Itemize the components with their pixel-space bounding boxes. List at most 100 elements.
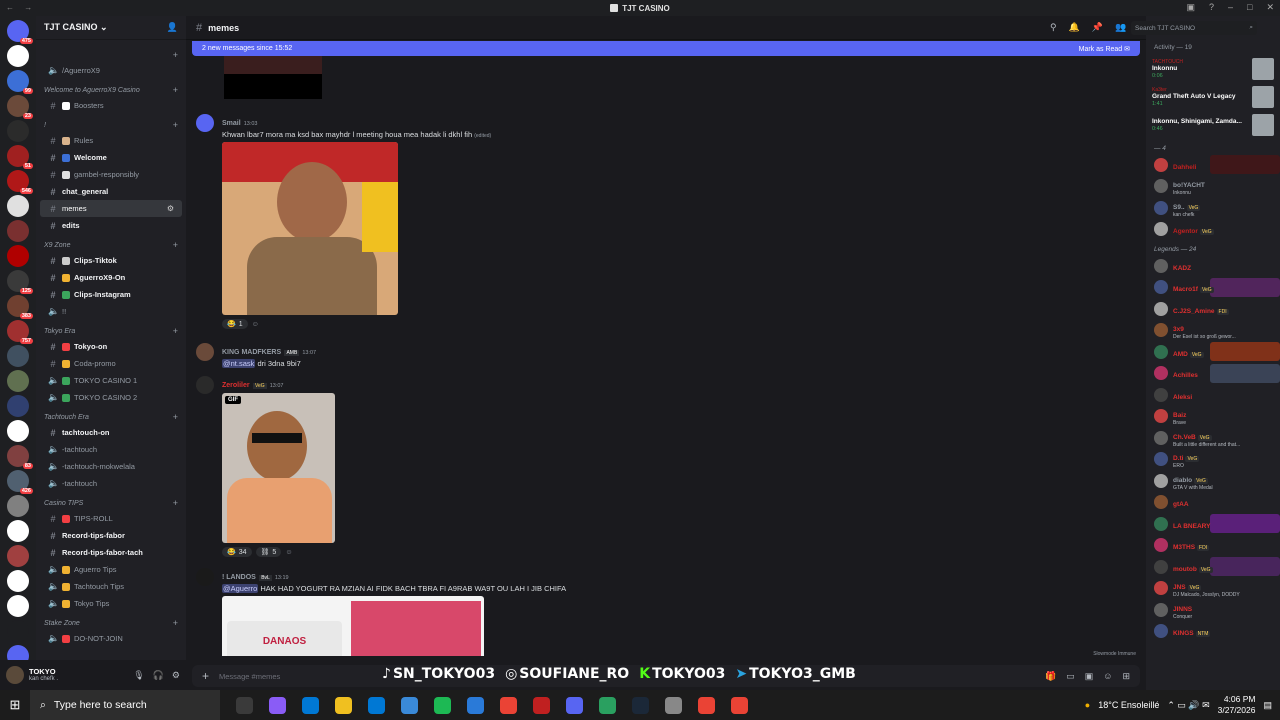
text-channel[interactable]: # gambel-responsibly — [40, 166, 182, 183]
channel-category[interactable]: X9 Zone + — [36, 234, 186, 252]
member-item[interactable]: Baiz Brave — [1146, 406, 1280, 428]
member-item[interactable]: gtAA — [1146, 492, 1280, 514]
member-item[interactable]: KADZ — [1146, 255, 1280, 277]
add-channel-icon[interactable]: + — [173, 50, 178, 60]
taskbar-app-icon[interactable] — [665, 696, 682, 714]
inbox-icon[interactable]: ▣ — [1186, 2, 1195, 13]
add-reaction-icon[interactable]: ☺ — [285, 549, 292, 556]
add-channel-icon[interactable]: + — [173, 240, 178, 250]
voice-channel[interactable]: 🔈 -tachtouch — [40, 441, 182, 458]
member-item[interactable]: Macro1f VeG — [1146, 277, 1280, 299]
text-channel[interactable]: # AguerroX9-On — [40, 269, 182, 286]
taskbar-app-icon[interactable] — [236, 696, 253, 714]
member-item[interactable]: M3THS FDI — [1146, 535, 1280, 557]
add-channel-icon[interactable]: + — [173, 326, 178, 336]
server-icon[interactable] — [7, 195, 29, 217]
voice-channel[interactable]: 🔈 TOKYO CASINO 2 — [40, 389, 182, 406]
taskbar-app-icon[interactable] — [731, 696, 748, 714]
voice-channel[interactable]: 🔈 Tachtouch Tips — [40, 578, 182, 595]
member-item[interactable]: LA BNEARY — [1146, 513, 1280, 535]
text-channel[interactable]: # Record-tips-fabor-tach — [40, 544, 182, 561]
message-author[interactable]: Zeroliler — [222, 382, 250, 389]
image-attachment[interactable]: DANAOS — [222, 596, 484, 656]
server-icon[interactable] — [7, 495, 29, 517]
text-channel[interactable]: # Welcome — [40, 149, 182, 166]
reaction[interactable]: 😂 34 — [222, 547, 252, 557]
clock[interactable]: 4:06 PM 3/27/2026 — [1218, 694, 1256, 716]
voice-channel[interactable]: 🔈 DO-NOT-JOIN — [40, 630, 182, 647]
settings-gear-icon[interactable]: ⚙ — [172, 670, 180, 681]
previous-image-tail[interactable] — [224, 56, 322, 99]
windows-start-icon[interactable]: ⊞ — [0, 697, 30, 713]
taskbar-app-icon[interactable] — [467, 696, 484, 714]
voice-channel[interactable]: 🔈/AguerroX9 — [40, 62, 182, 79]
avatar[interactable] — [196, 376, 214, 394]
voice-channel[interactable]: 🔈 -tachtouch-mokwelala — [40, 458, 182, 475]
taskbar-app-icon[interactable] — [368, 696, 385, 714]
taskbar-app-icon[interactable] — [599, 696, 616, 714]
taskbar-app-icon[interactable] — [566, 696, 583, 714]
member-item[interactable]: 3x9 Der Esel ist so groß gewor... — [1146, 320, 1280, 342]
server-icon[interactable]: 426 — [7, 470, 33, 494]
text-channel[interactable]: # TIPS-ROLL — [40, 510, 182, 527]
voice-channel[interactable]: 🔈 Aguerro Tips — [40, 561, 182, 578]
message-author[interactable]: KING MADFKERS — [222, 349, 281, 356]
reaction[interactable]: ⛓ 5 — [255, 547, 282, 557]
user-mention[interactable]: @nt.sask — [222, 359, 256, 368]
add-channel-icon[interactable]: + — [173, 498, 178, 508]
close-button[interactable]: ✕ — [1266, 2, 1274, 13]
microphone-icon[interactable]: 🎙 — [133, 670, 144, 681]
threads-icon[interactable]: ⚲ — [1050, 22, 1057, 33]
add-channel-icon[interactable]: + — [173, 618, 178, 628]
gif-attachment[interactable]: GIF — [222, 393, 335, 543]
window-controls[interactable]: ▣? – □ ✕ — [1186, 2, 1274, 13]
message-author[interactable]: Smail — [222, 120, 241, 127]
voice-channel[interactable]: 🔈 -tachtouch — [40, 475, 182, 492]
add-reaction-icon[interactable]: ☺ — [252, 321, 259, 328]
taskbar-app-icon[interactable] — [698, 696, 715, 714]
member-item[interactable]: bo!YACHT Inkonnu — [1146, 176, 1280, 198]
member-item[interactable]: diablo VeG GTA V with Medal — [1146, 470, 1280, 492]
text-channel[interactable]: # tachtouch-on — [40, 424, 182, 441]
channel-category[interactable]: + — [36, 44, 186, 62]
emoji-icon[interactable]: ☺ — [1103, 671, 1112, 682]
server-icon[interactable] — [7, 45, 29, 67]
server-icon[interactable]: 757 — [7, 320, 33, 344]
new-messages-bar[interactable]: 2 new messages since 15:52 Mark as Read … — [192, 41, 1140, 56]
text-channel[interactable]: # edits — [40, 217, 182, 234]
taskbar-app-icon[interactable] — [500, 696, 517, 714]
server-icon[interactable]: 83 — [7, 445, 33, 469]
channel-category[interactable]: Tachtouch Era + — [36, 406, 186, 424]
text-channel[interactable]: # memes ⚙ — [40, 200, 182, 217]
member-item[interactable]: AMD VeG — [1146, 341, 1280, 363]
server-icon[interactable]: 99 — [7, 70, 33, 94]
server-icon[interactable] — [7, 245, 29, 267]
headphones-icon[interactable]: 🎧 — [153, 670, 164, 681]
member-item[interactable]: S9.. VeG kan chefk — [1146, 197, 1280, 219]
add-channel-icon[interactable]: + — [173, 85, 178, 95]
server-icon[interactable]: 475 — [7, 20, 33, 44]
message-input[interactable]: Message #memes — [219, 672, 280, 681]
reaction[interactable]: 😂 1 — [222, 319, 248, 329]
server-icon[interactable] — [7, 395, 29, 417]
server-icon[interactable] — [7, 620, 29, 642]
server-icon[interactable] — [7, 420, 29, 442]
taskbar-app-icon[interactable] — [533, 696, 550, 714]
activity-card[interactable]: TACHTOUCH Inkonnu 0:06 — [1146, 55, 1280, 83]
member-item[interactable]: JNS VeG DJ Malcado, Josslyn, DODDY — [1146, 578, 1280, 600]
taskbar-app-icon[interactable] — [269, 696, 286, 714]
text-channel[interactable]: # Clips-Instagram — [40, 286, 182, 303]
text-channel[interactable]: # Tokyo-on — [40, 338, 182, 355]
add-channel-icon[interactable]: + — [173, 412, 178, 422]
server-icon[interactable]: 51 — [7, 145, 33, 169]
member-item[interactable]: Agentor VeG — [1146, 219, 1280, 241]
window-nav-arrows[interactable]: ← → — [6, 3, 36, 12]
channel-settings-icon[interactable]: ⚙ — [167, 204, 174, 213]
voice-channel[interactable]: 🔈!! — [40, 303, 182, 320]
server-icon[interactable] — [7, 645, 29, 660]
member-item[interactable]: moutob VeG — [1146, 556, 1280, 578]
attach-plus-icon[interactable]: + — [202, 669, 209, 683]
member-item[interactable]: Achilles — [1146, 363, 1280, 385]
server-icon[interactable] — [7, 520, 29, 542]
channel-category[interactable]: Welcome to AguerroX9 Casino + — [36, 79, 186, 97]
